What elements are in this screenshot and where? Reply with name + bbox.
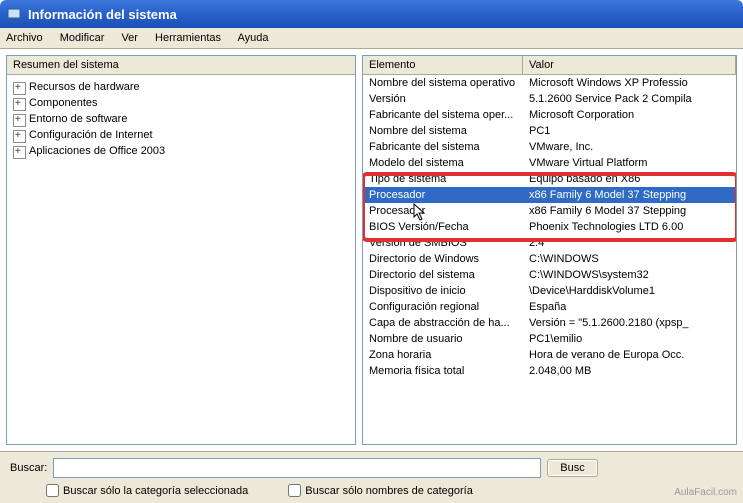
cell-element: Fabricante del sistema oper... xyxy=(363,108,523,122)
cell-element: Nombre de usuario xyxy=(363,332,523,346)
cell-element: Capa de abstracción de ha... xyxy=(363,316,523,330)
table-row[interactable]: Nombre de usuarioPC1\emilio xyxy=(363,331,736,347)
menu-bar: Archivo Modificar Ver Herramientas Ayuda xyxy=(0,28,743,49)
detail-header: Elemento Valor xyxy=(363,56,736,75)
table-row[interactable]: Directorio del sistemaC:\WINDOWS\system3… xyxy=(363,267,736,283)
table-row[interactable]: Memoria física total2.048,00 MB xyxy=(363,363,736,379)
detail-body: Nombre del sistema operativoMicrosoft Wi… xyxy=(363,75,736,379)
tree-item[interactable]: Entorno de software xyxy=(7,111,355,127)
table-row[interactable]: Zona horariaHora de verano de Europa Occ… xyxy=(363,347,736,363)
tree-list: Recursos de hardwareComponentesEntorno d… xyxy=(7,75,355,163)
table-row[interactable]: Versión5.1.2600 Service Pack 2 Compila xyxy=(363,91,736,107)
cell-value: Versión = "5.1.2600.2180 (xpsp_ xyxy=(523,316,736,330)
menu-help[interactable]: Ayuda xyxy=(238,32,269,44)
cell-value: C:\WINDOWS\system32 xyxy=(523,268,736,282)
cell-element: Dispositivo de inicio xyxy=(363,284,523,298)
table-row[interactable]: Dispositivo de inicio\Device\HarddiskVol… xyxy=(363,283,736,299)
cell-value: \Device\HarddiskVolume1 xyxy=(523,284,736,298)
table-row[interactable]: Fabricante del sistema oper...Microsoft … xyxy=(363,107,736,123)
window-title: Información del sistema xyxy=(28,7,177,22)
cell-value: x86 Family 6 Model 37 Stepping xyxy=(523,204,736,218)
table-row[interactable]: Configuración regionalEspaña xyxy=(363,299,736,315)
chk-names-only-box[interactable] xyxy=(288,484,301,497)
find-button[interactable]: Busc xyxy=(547,459,597,477)
table-row[interactable]: Nombre del sistemaPC1 xyxy=(363,123,736,139)
search-input[interactable] xyxy=(53,458,541,478)
tree-item[interactable]: Componentes xyxy=(7,95,355,111)
cell-element: Modelo del sistema xyxy=(363,156,523,170)
cell-value: C:\WINDOWS xyxy=(523,252,736,266)
title-bar: Información del sistema xyxy=(0,0,743,28)
tree-item[interactable]: Aplicaciones de Office 2003 xyxy=(7,143,355,159)
sysinfo-icon xyxy=(6,6,22,22)
menu-edit[interactable]: Modificar xyxy=(60,32,105,44)
table-row[interactable]: Directorio de WindowsC:\WINDOWS xyxy=(363,251,736,267)
cell-value: España xyxy=(523,300,736,314)
table-row[interactable]: BIOS Versión/FechaPhoenix Technologies L… xyxy=(363,219,736,235)
cell-value: x86 Family 6 Model 37 Stepping xyxy=(523,188,736,202)
col-header-value[interactable]: Valor xyxy=(523,56,736,74)
cell-element: Configuración regional xyxy=(363,300,523,314)
cell-value: Hora de verano de Europa Occ. xyxy=(523,348,736,362)
table-row[interactable]: Versión de SMBIOS2.4 xyxy=(363,235,736,251)
cell-value: Microsoft Windows XP Professio xyxy=(523,76,736,90)
cell-element: Nombre del sistema xyxy=(363,124,523,138)
chk-names-only-label: Buscar sólo nombres de categoría xyxy=(305,485,473,497)
menu-view[interactable]: Ver xyxy=(121,32,138,44)
cell-value: 2.4 xyxy=(523,236,736,250)
cell-element: Versión xyxy=(363,92,523,106)
tree-panel: Resumen del sistema Recursos de hardware… xyxy=(6,55,356,445)
chk-category-only-label: Buscar sólo la categoría seleccionada xyxy=(63,485,248,497)
table-row[interactable]: Capa de abstracción de ha...Versión = "5… xyxy=(363,315,736,331)
cell-value: 5.1.2600 Service Pack 2 Compila xyxy=(523,92,736,106)
tree-item[interactable]: Configuración de Internet xyxy=(7,127,355,143)
chk-names-only[interactable]: Buscar sólo nombres de categoría xyxy=(288,484,473,497)
cell-value: PC1 xyxy=(523,124,736,138)
table-row[interactable]: Modelo del sistemaVMware Virtual Platfor… xyxy=(363,155,736,171)
cell-element: Versión de SMBIOS xyxy=(363,236,523,250)
tree-item[interactable]: Recursos de hardware xyxy=(7,79,355,95)
menu-tools[interactable]: Herramientas xyxy=(155,32,221,44)
table-row[interactable]: Nombre del sistema operativoMicrosoft Wi… xyxy=(363,75,736,91)
cell-element: Procesador xyxy=(363,188,523,202)
search-area: Buscar: Busc Buscar sólo la categoría se… xyxy=(0,451,743,503)
content-area: Resumen del sistema Recursos de hardware… xyxy=(0,49,743,451)
detail-panel: Elemento Valor Nombre del sistema operat… xyxy=(362,55,737,445)
cell-value: Equipo basado en X86 xyxy=(523,172,736,186)
cell-element: BIOS Versión/Fecha xyxy=(363,220,523,234)
table-row[interactable]: Fabricante del sistemaVMware, Inc. xyxy=(363,139,736,155)
col-header-element[interactable]: Elemento xyxy=(363,56,523,74)
table-row[interactable]: Tipo de sistemaEquipo basado en X86 xyxy=(363,171,736,187)
cell-element: Procesador xyxy=(363,204,523,218)
watermark: AulaFacil.com xyxy=(674,487,737,498)
cell-element: Directorio de Windows xyxy=(363,252,523,266)
search-label: Buscar: xyxy=(10,462,47,474)
table-row[interactable]: Procesadorx86 Family 6 Model 37 Stepping xyxy=(363,203,736,219)
cell-value: Microsoft Corporation xyxy=(523,108,736,122)
cell-element: Directorio del sistema xyxy=(363,268,523,282)
cell-value: Phoenix Technologies LTD 6.00 xyxy=(523,220,736,234)
chk-category-only-box[interactable] xyxy=(46,484,59,497)
cell-element: Fabricante del sistema xyxy=(363,140,523,154)
cell-element: Tipo de sistema xyxy=(363,172,523,186)
cell-value: VMware Virtual Platform xyxy=(523,156,736,170)
cell-value: VMware, Inc. xyxy=(523,140,736,154)
cell-element: Memoria física total xyxy=(363,364,523,378)
table-row[interactable]: Procesadorx86 Family 6 Model 37 Stepping xyxy=(363,187,736,203)
tree-header[interactable]: Resumen del sistema xyxy=(7,56,355,75)
cell-value: 2.048,00 MB xyxy=(523,364,736,378)
menu-file[interactable]: Archivo xyxy=(6,32,43,44)
cell-element: Nombre del sistema operativo xyxy=(363,76,523,90)
cell-element: Zona horaria xyxy=(363,348,523,362)
chk-category-only[interactable]: Buscar sólo la categoría seleccionada xyxy=(46,484,248,497)
cell-value: PC1\emilio xyxy=(523,332,736,346)
